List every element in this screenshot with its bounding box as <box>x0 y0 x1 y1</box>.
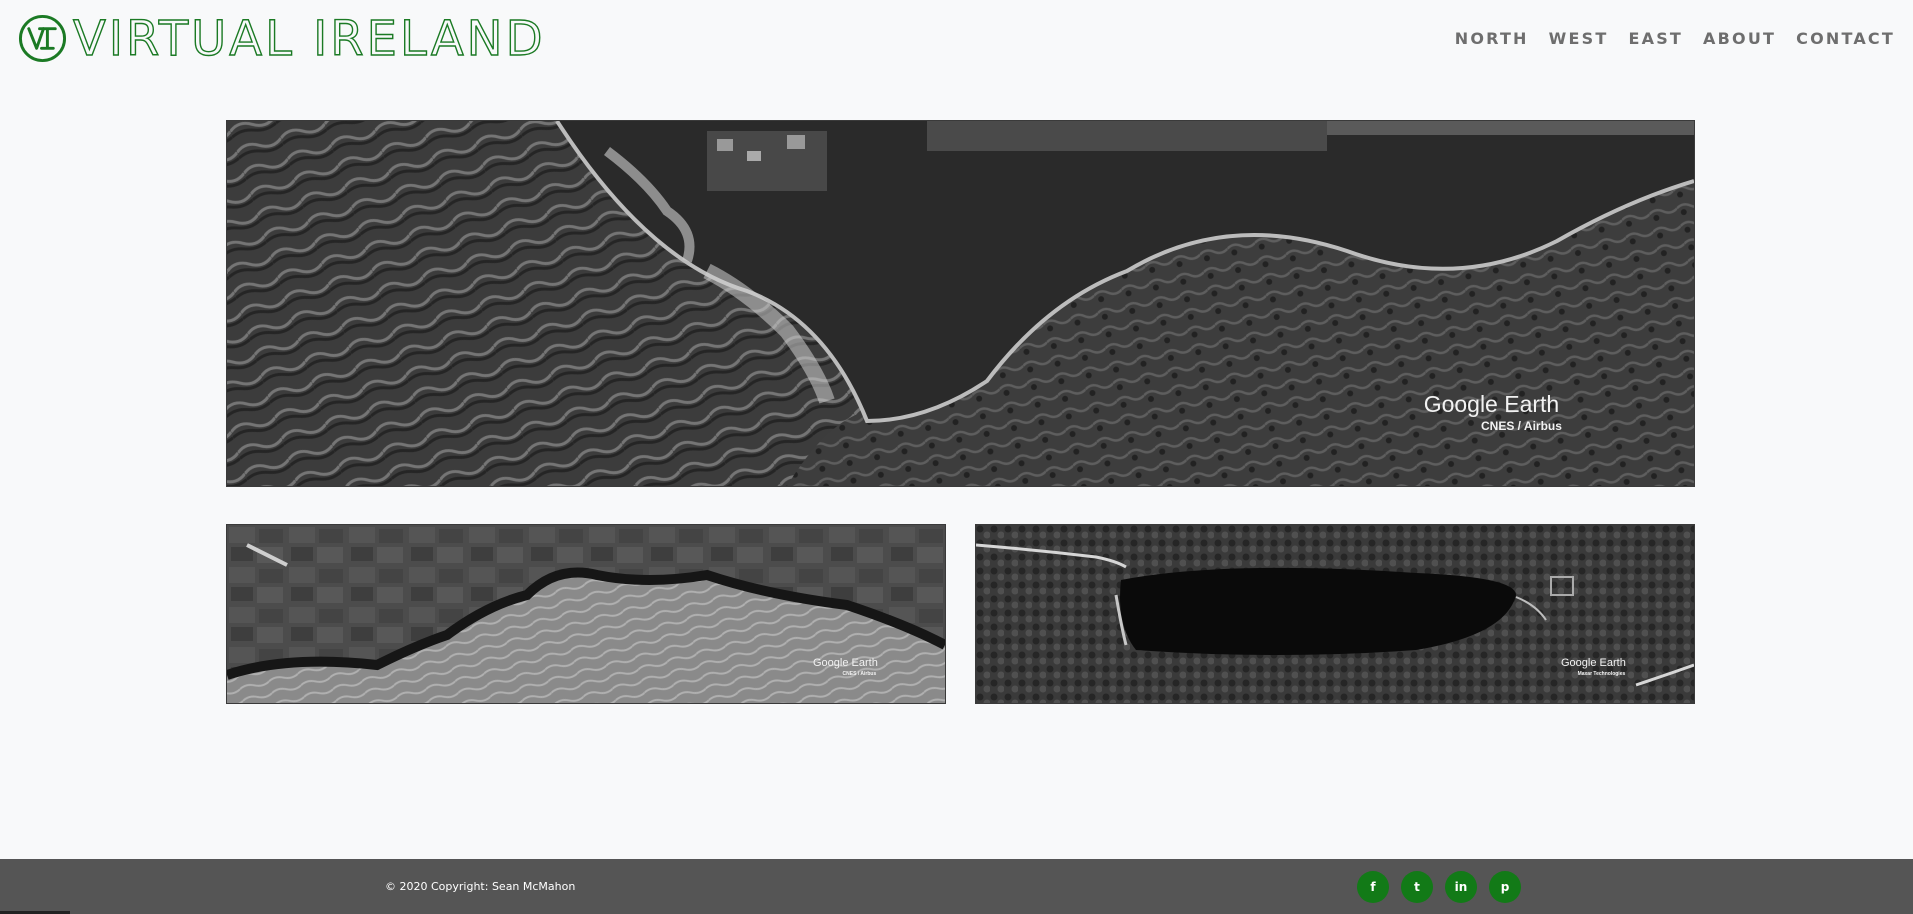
thumbnail-cliffs-credit: CNES / Airbus <box>842 671 877 677</box>
main-nav: NORTH WEST EAST ABOUT CONTACT <box>1435 29 1895 48</box>
site-title: VIRTUAL IRELAND <box>72 10 546 67</box>
page: VIRTUAL IRELAND NORTH WEST EAST ABOUT CO… <box>0 0 1913 914</box>
nav-link-east[interactable]: EAST <box>1628 29 1683 48</box>
logo-monogram-icon <box>18 14 67 63</box>
site-footer: © 2020 Copyright: Sean McMahon f t in p <box>0 859 1913 914</box>
social-links: f t in p <box>1357 871 1521 903</box>
nav-link-west[interactable]: WEST <box>1549 29 1609 48</box>
twitter-icon[interactable]: t <box>1401 871 1433 903</box>
site-logo[interactable]: VIRTUAL IRELAND <box>18 11 546 66</box>
copyright-text: © 2020 Copyright: Sean McMahon <box>385 880 576 893</box>
nav-link-north[interactable]: NORTH <box>1455 29 1529 48</box>
hero-satellite-image[interactable]: Google Earth CNES / Airbus <box>226 120 1695 487</box>
thumbnail-cliffs-image[interactable]: Google Earth CNES / Airbus <box>226 524 946 704</box>
thumbnail-lake-image[interactable]: Google Earth Maxar Technologies <box>975 524 1695 704</box>
nav-link-about[interactable]: ABOUT <box>1703 29 1776 48</box>
thumbnail-lake-watermark-text: Google Earth <box>1561 657 1626 669</box>
linkedin-icon[interactable]: in <box>1445 871 1477 903</box>
facebook-icon[interactable]: f <box>1357 871 1389 903</box>
hero-watermark-text: Google Earth <box>1423 391 1560 417</box>
thumbnail-lake-credit: Maxar Technologies <box>1577 671 1626 677</box>
thumbnail-lake-watermark: Google Earth Maxar Technologies <box>1561 658 1626 677</box>
hero-credit: CNES / Airbus <box>1481 419 1562 433</box>
hero-watermark: Google Earth CNES / Airbus <box>1421 391 1562 433</box>
pinterest-icon[interactable]: p <box>1489 871 1521 903</box>
nav-link-contact[interactable]: CONTACT <box>1796 29 1895 48</box>
thumbnail-cliffs-watermark-text: Google Earth <box>813 657 878 669</box>
thumbnail-cliffs-watermark: Google Earth CNES / Airbus <box>813 658 878 677</box>
